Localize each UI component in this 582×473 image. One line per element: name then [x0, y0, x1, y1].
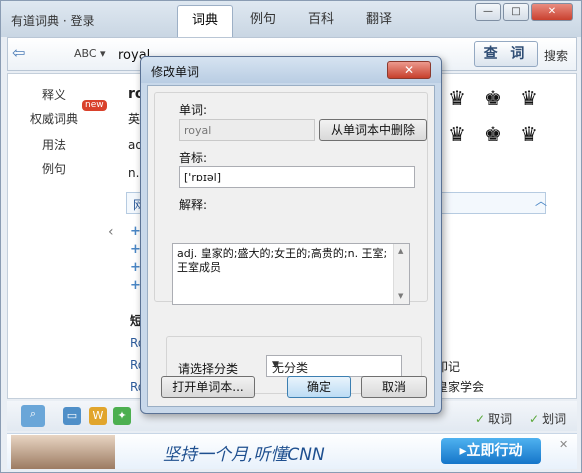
- collapse-chevron-icon[interactable]: ︿: [535, 192, 547, 209]
- magnifier-icon[interactable]: ⌕: [21, 405, 45, 427]
- cancel-button[interactable]: 取消: [361, 376, 427, 398]
- lookup-button[interactable]: 查 词: [474, 41, 538, 67]
- crown-image[interactable]: ♛ ♚ ♛ ♛ ♚ ♛: [444, 86, 554, 158]
- capture-word-toggle[interactable]: ✓ 取词: [475, 410, 512, 427]
- ok-button[interactable]: 确定: [287, 376, 351, 398]
- new-badge: new: [82, 100, 107, 111]
- ad-banner[interactable]: 坚持一个月,听懂CNN ▸立即行动 ✕: [7, 433, 577, 469]
- dropdown-arrow-icon: ▼: [272, 360, 279, 370]
- web-search-button[interactable]: 搜索: [544, 47, 568, 64]
- word-label: 单词:: [179, 103, 208, 117]
- definition-label: 解释:: [179, 198, 208, 212]
- dialog-close-button[interactable]: ✕: [387, 61, 431, 79]
- crown-icon: ♚: [484, 86, 502, 110]
- scroll-up-icon[interactable]: ▲: [398, 247, 403, 255]
- wordbook-icon[interactable]: W: [89, 407, 107, 425]
- title-bar: 有道词典 · 登录 词典 例句 百科 翻译 — □ ✕: [1, 1, 581, 37]
- check-icon: ✓: [529, 412, 540, 426]
- phonetic-field[interactable]: [179, 166, 415, 188]
- crown-icon: ♚: [484, 122, 502, 146]
- sidebar-item-examples[interactable]: 例句: [42, 160, 66, 177]
- tab-translate[interactable]: 翻译: [351, 5, 407, 37]
- sidebar-item-authoritative[interactable]: 权威词典: [30, 110, 78, 127]
- phonetic-label: 音标:: [179, 151, 208, 165]
- category-select[interactable]: 无分类 ▼: [266, 355, 402, 377]
- puzzle-icon[interactable]: ✦: [113, 407, 131, 425]
- category-label: 请选择分类: [178, 362, 239, 376]
- crown-icon: ♛: [448, 122, 466, 146]
- tab-examples[interactable]: 例句: [235, 5, 291, 37]
- minimize-button[interactable]: —: [475, 3, 501, 21]
- back-arrow-icon[interactable]: ⇦: [12, 45, 32, 63]
- tab-encyclopedia[interactable]: 百科: [293, 5, 349, 37]
- edit-word-dialog: 修改单词 ✕ 单词: 从单词本中删除 音标: 解释: adj. 皇家的;盛大的;…: [140, 56, 442, 414]
- pronunciation-line: 英: [128, 112, 141, 126]
- select-word-toggle[interactable]: ✓ 划词: [529, 410, 566, 427]
- window-close-button[interactable]: ✕: [531, 3, 573, 21]
- crown-icon: ♛: [448, 86, 466, 110]
- ad-photo: [11, 435, 115, 469]
- open-wordbook-button[interactable]: 打开单词本...: [161, 376, 255, 398]
- capture-word-label: 取词: [488, 412, 513, 426]
- phrase-fragment: 皇家学会: [436, 380, 485, 394]
- sidebar-item-usage[interactable]: 用法: [42, 136, 66, 153]
- monitor-icon[interactable]: ▭: [63, 407, 81, 425]
- tab-dictionary[interactable]: 词典: [177, 5, 233, 37]
- crown-icon: ♛: [520, 86, 538, 110]
- definition-scrollbar[interactable]: ▲ ▼: [393, 244, 409, 304]
- select-word-label: 划词: [542, 412, 567, 426]
- delete-from-wordbook-button[interactable]: 从单词本中删除: [319, 119, 427, 141]
- check-icon: ✓: [475, 412, 486, 426]
- chevron-left-icon[interactable]: ‹: [108, 224, 114, 240]
- dialog-title: 修改单词: [151, 65, 200, 79]
- word-field: [179, 119, 315, 141]
- ad-text: 坚持一个月,听懂CNN: [163, 445, 325, 465]
- scroll-down-icon[interactable]: ▼: [398, 292, 403, 300]
- dialog-body: 单词: 从单词本中删除 音标: 解释: adj. 皇家的;盛大的;女王的;高贵的…: [147, 85, 435, 407]
- input-mode-toggle[interactable]: ABC ▾: [74, 47, 106, 60]
- ad-action-button[interactable]: ▸立即行动: [441, 438, 541, 464]
- maximize-button[interactable]: □: [503, 3, 529, 21]
- definition-textarea[interactable]: adj. 皇家的;盛大的;女王的;高贵的;n. 王室;王室成员 ▲ ▼: [172, 243, 410, 305]
- crown-icon: ♛: [520, 122, 538, 146]
- app-title[interactable]: 有道词典 · 登录: [11, 12, 94, 29]
- sidebar-item-definition[interactable]: 释义: [42, 86, 66, 103]
- ad-close-icon[interactable]: ✕: [559, 438, 568, 451]
- definition-text: adj. 皇家的;盛大的;女王的;高贵的;n. 王室;王室成员: [177, 247, 388, 274]
- dialog-title-bar[interactable]: 修改单词 ✕: [141, 57, 441, 83]
